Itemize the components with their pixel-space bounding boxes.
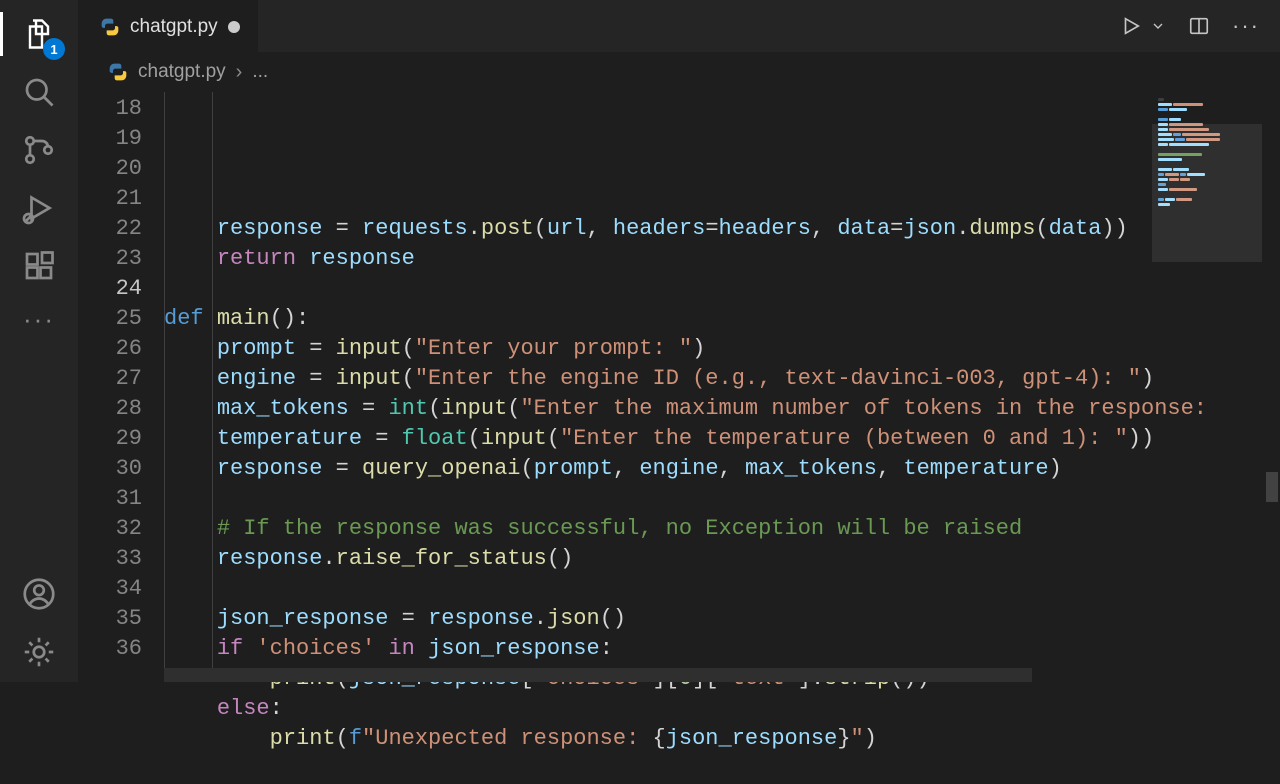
code-line[interactable]: return response: [164, 244, 1280, 274]
minimap[interactable]: [1152, 92, 1262, 272]
settings-activity-icon[interactable]: [19, 632, 59, 672]
line-number: 35: [78, 604, 142, 634]
code-line[interactable]: response = query_openai(prompt, engine, …: [164, 454, 1280, 484]
code-line[interactable]: # If the response was successful, no Exc…: [164, 514, 1280, 544]
code-line[interactable]: [164, 274, 1280, 304]
activity-bar: 1 ···: [0, 0, 78, 682]
code-line[interactable]: engine = input("Enter the engine ID (e.g…: [164, 364, 1280, 394]
run-dropdown-chevron-icon[interactable]: [1150, 18, 1166, 34]
run-icon[interactable]: [1120, 15, 1142, 37]
code-line[interactable]: temperature = float(input("Enter the tem…: [164, 424, 1280, 454]
minimap-viewport[interactable]: [1152, 124, 1262, 262]
line-number: 28: [78, 394, 142, 424]
run-debug-activity-icon[interactable]: [19, 188, 59, 228]
code-line[interactable]: prompt = input("Enter your prompt: "): [164, 334, 1280, 364]
horizontal-scrollbar[interactable]: [164, 668, 1150, 682]
accounts-activity-icon[interactable]: [19, 574, 59, 614]
line-number: 29: [78, 424, 142, 454]
breadcrumb[interactable]: chatgpt.py › ...: [78, 52, 1280, 92]
line-number: 31: [78, 484, 142, 514]
search-activity-icon[interactable]: [19, 72, 59, 112]
python-file-icon: [108, 62, 128, 82]
line-number: 24: [78, 274, 142, 304]
code-line[interactable]: json_response = response.json(): [164, 604, 1280, 634]
code-line[interactable]: response.raise_for_status(): [164, 544, 1280, 574]
explorer-badge: 1: [43, 38, 65, 60]
code-line[interactable]: if 'choices' in json_response:: [164, 634, 1280, 664]
breadcrumb-filename: chatgpt.py: [138, 61, 226, 83]
code-line[interactable]: def main():: [164, 304, 1280, 334]
vertical-scrollbar[interactable]: [1264, 92, 1280, 682]
code-line[interactable]: response = requests.post(url, headers=he…: [164, 214, 1280, 244]
line-number: 22: [78, 214, 142, 244]
editor-more-icon[interactable]: ···: [1232, 13, 1260, 39]
line-number: 30: [78, 454, 142, 484]
editor-actions: ···: [1120, 0, 1280, 52]
line-number: 25: [78, 304, 142, 334]
code-area[interactable]: response = requests.post(url, headers=he…: [164, 92, 1280, 682]
tab-chatgpt-py[interactable]: chatgpt.py: [78, 0, 258, 52]
source-control-activity-icon[interactable]: [19, 130, 59, 170]
line-number: 34: [78, 574, 142, 604]
horizontal-scroll-thumb[interactable]: [164, 668, 1032, 682]
code-line[interactable]: else:: [164, 694, 1280, 724]
line-number: 36: [78, 634, 142, 664]
line-number: 21: [78, 184, 142, 214]
tab-dirty-indicator-icon: [228, 21, 240, 33]
code-line[interactable]: print(f"Unexpected response: {json_respo…: [164, 724, 1280, 754]
split-editor-icon[interactable]: [1188, 15, 1210, 37]
code-line[interactable]: [164, 484, 1280, 514]
code-line[interactable]: [164, 574, 1280, 604]
line-number-gutter: 18192021222324252627282930313233343536: [78, 92, 164, 682]
vertical-scroll-thumb[interactable]: [1266, 472, 1278, 502]
line-number: 32: [78, 514, 142, 544]
editor-area[interactable]: 18192021222324252627282930313233343536 r…: [78, 92, 1280, 682]
line-number: 20: [78, 154, 142, 184]
line-number: 23: [78, 244, 142, 274]
tabs-region: chatgpt.py ···: [78, 0, 1280, 52]
code-line[interactable]: max_tokens = int(input("Enter the maximu…: [164, 394, 1280, 424]
line-number: 26: [78, 334, 142, 364]
explorer-activity-icon[interactable]: 1: [19, 14, 59, 54]
breadcrumb-chevron-icon: ›: [236, 61, 243, 84]
tab-filename: chatgpt.py: [130, 16, 218, 38]
code-line[interactable]: [164, 754, 1280, 784]
line-number: 27: [78, 364, 142, 394]
line-number: 33: [78, 544, 142, 574]
breadcrumb-trail: ...: [252, 61, 268, 83]
python-file-icon: [100, 17, 120, 37]
line-number: 19: [78, 124, 142, 154]
line-number: 18: [78, 94, 142, 124]
activity-more-icon[interactable]: ···: [23, 304, 55, 335]
extensions-activity-icon[interactable]: [19, 246, 59, 286]
